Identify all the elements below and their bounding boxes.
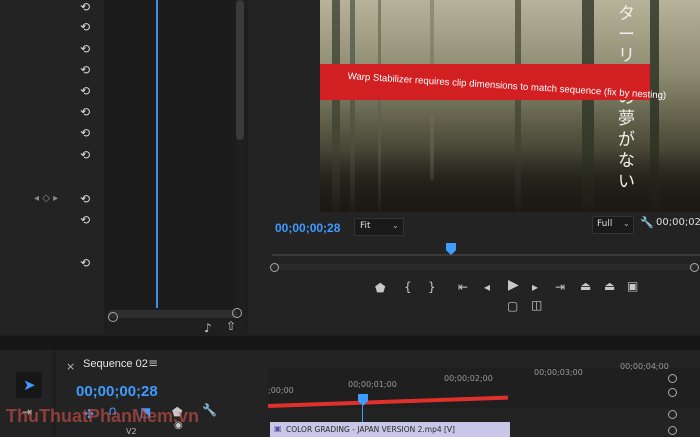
play-icon[interactable]: ▶ — [508, 278, 519, 292]
clip-name: COLOR GRADING - JAPAN VERSION 2.mp4 [V] — [286, 425, 455, 434]
reset-icon[interactable]: ⟲ — [80, 42, 90, 56]
ruler-scroll-handle[interactable] — [668, 388, 677, 397]
selection-tool-button[interactable]: ➤ — [16, 372, 42, 398]
watermark: ThuThuatPhanMem.vn — [6, 406, 199, 426]
comparison-view-icon[interactable]: ◫ — [531, 299, 542, 311]
chevron-down-icon: ⌄ — [623, 219, 630, 228]
zoom-bar-handle[interactable] — [690, 263, 699, 272]
video-frame: ターリンの夢がない — [320, 0, 700, 212]
monitor-zoom-bar[interactable] — [272, 264, 700, 270]
extract-icon[interactable]: ⏏ — [604, 280, 615, 292]
effect-scroll-right-handle[interactable] — [232, 308, 242, 318]
effect-scroll-left-handle[interactable] — [108, 312, 118, 322]
effect-horizontal-scrollbar[interactable] — [108, 310, 238, 318]
zoom-select[interactable]: Fit ⌄ — [354, 218, 404, 236]
ruler-label: 00;00;04;00 — [620, 362, 669, 371]
go-to-out-icon[interactable]: ⇥ — [555, 281, 565, 293]
reset-icon[interactable]: ⟲ — [80, 0, 90, 14]
ruler-label: ;00;00 — [268, 386, 294, 395]
go-to-in-icon[interactable]: ⇤ — [458, 281, 468, 293]
reset-icon[interactable]: ⟲ — [80, 213, 90, 227]
mark-in-icon[interactable]: { — [404, 281, 412, 293]
video-clip[interactable]: ▣ COLOR GRADING - JAPAN VERSION 2.mp4 [V… — [270, 422, 510, 437]
selection-arrow-icon: ➤ — [23, 376, 36, 394]
resolution-value: Full — [597, 219, 613, 229]
panel-menu-icon[interactable]: ≡ — [148, 356, 158, 370]
effect-timeline-area — [104, 0, 236, 312]
mark-out-icon[interactable]: } — [428, 281, 436, 293]
ruler-label: 00;00;02;00 — [444, 374, 493, 383]
track-label-v2[interactable]: V2 — [126, 427, 137, 436]
program-timecode[interactable]: 00;00;00;28 — [275, 221, 340, 235]
ruler-label: 00;00;03;00 — [534, 368, 583, 377]
step-forward-icon[interactable]: ▸ — [532, 281, 538, 293]
track-scroll-handle[interactable] — [668, 410, 677, 419]
export-icon[interactable]: ⇧ — [226, 320, 236, 332]
reset-icon[interactable]: ⟲ — [80, 105, 90, 119]
lift-icon[interactable]: ⏏ — [580, 280, 591, 292]
effect-scrollbar[interactable] — [236, 0, 244, 140]
reset-icon[interactable]: ⟲ — [80, 20, 90, 34]
warning-text: Warp Stabilizer requires clip dimensions… — [347, 71, 667, 102]
warp-stabilizer-warning: Warp Stabilizer requires clip dimensions… — [320, 64, 667, 102]
reset-icon[interactable]: ⟲ — [80, 63, 90, 77]
effect-playhead-line — [156, 0, 158, 308]
step-back-icon[interactable]: ◂ — [484, 281, 490, 293]
add-marker-icon[interactable]: ⬟ — [375, 282, 385, 294]
zoom-value: Fit — [360, 221, 371, 231]
track-scroll-handle[interactable] — [668, 426, 677, 435]
zoom-bar-handle[interactable] — [270, 263, 279, 272]
monitor-scrubber-track[interactable] — [272, 254, 700, 256]
sequence-tab[interactable]: Sequence 02 — [83, 358, 148, 370]
safe-margins-icon[interactable]: ▢ — [507, 300, 518, 312]
effect-controls-panel: ⟲ ⟲ ⟲ ⟲ ⟲ ⟲ ⟲ ⟲ ◂ ◇ ▸ ⟲ ⟲ ⟲ ♪ ⇧ — [0, 0, 246, 334]
duration-timecode: 00;00;02;1 — [656, 217, 700, 228]
chevron-down-icon: ⌄ — [392, 221, 399, 230]
reset-icon[interactable]: ⟲ — [80, 192, 90, 206]
ruler-scroll-handle[interactable] — [668, 374, 677, 383]
ground-shadow — [320, 150, 700, 212]
filter-audio-icon[interactable]: ♪ — [204, 322, 212, 334]
resolution-select[interactable]: Full ⌄ — [592, 216, 634, 234]
timeline-timecode[interactable]: 00;00;00;28 — [76, 383, 158, 400]
reset-icon[interactable]: ⟲ — [80, 256, 90, 270]
close-sequence-icon[interactable]: × — [66, 360, 75, 373]
reset-icon[interactable]: ⟲ — [80, 126, 90, 140]
camera-icon[interactable]: ▣ — [627, 280, 638, 292]
keyframe-navigator[interactable]: ◂ ◇ ▸ — [34, 193, 58, 204]
clip-fx-icon: ▣ — [274, 424, 282, 433]
wrench-icon[interactable]: 🔧 — [640, 217, 654, 229]
panel-divider — [0, 336, 700, 350]
timeline-settings-icon[interactable]: 🔧 — [202, 404, 217, 416]
reset-icon[interactable]: ⟲ — [80, 84, 90, 98]
ruler-label: 00;00;01;00 — [348, 380, 397, 389]
reset-icon[interactable]: ⟲ — [80, 148, 90, 162]
